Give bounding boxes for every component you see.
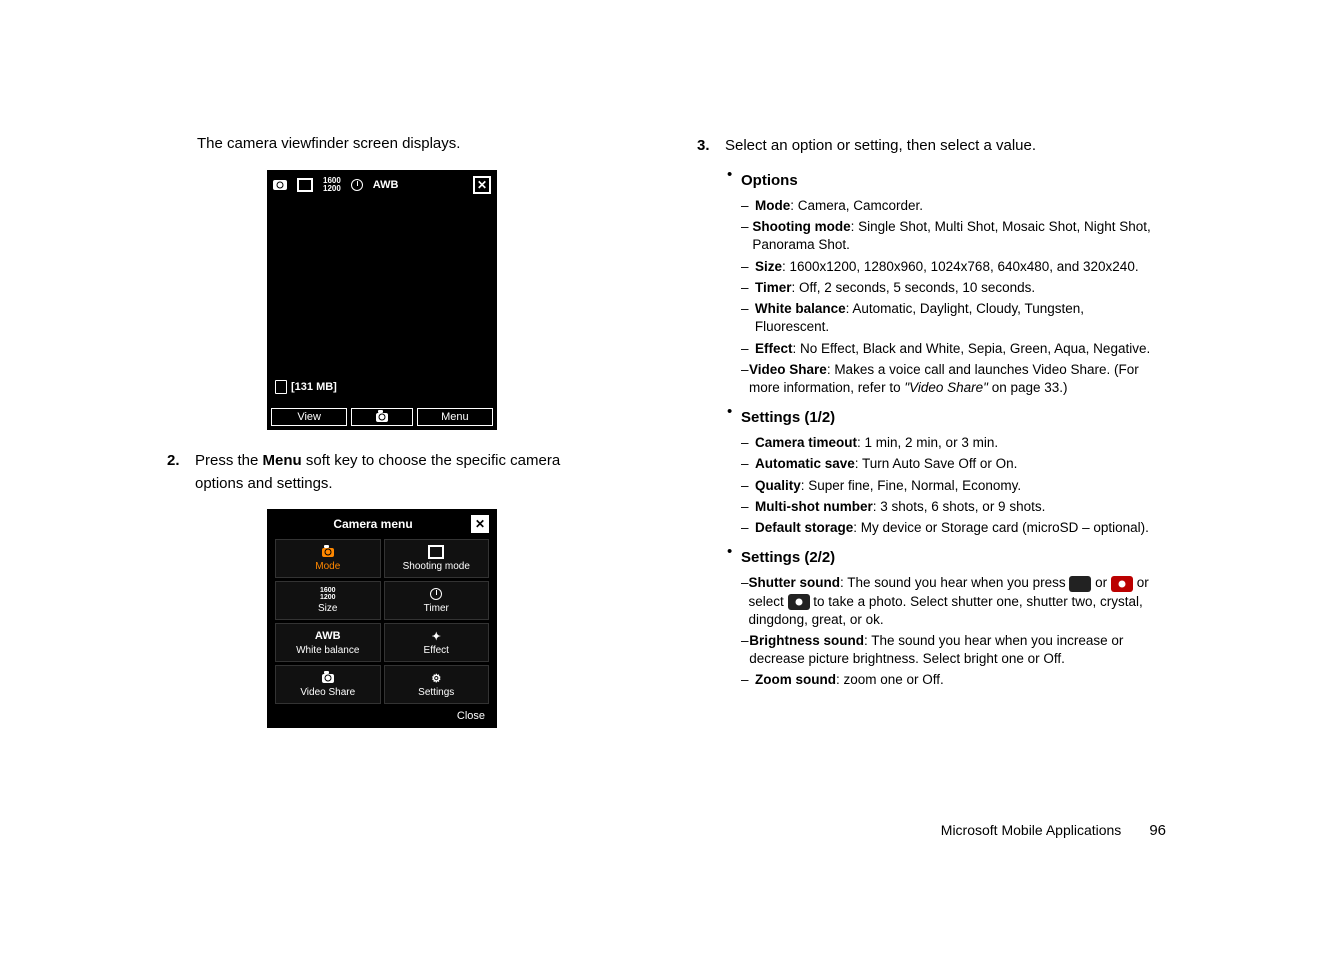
camera-icon xyxy=(273,180,287,190)
timer-icon xyxy=(351,179,363,191)
camera-icon xyxy=(376,413,388,422)
camera-menu-figure: Camera menu ✕ Mode Shooting mode 1600 12… xyxy=(267,509,497,728)
memory-icon xyxy=(275,380,287,394)
viewfinder-figure: 1600 1200 AWB ✕ [131 MB] View Menu xyxy=(267,170,497,430)
capture-softkey[interactable] xyxy=(351,408,412,426)
camera-key-icon xyxy=(1111,576,1133,592)
camera-button-icon xyxy=(788,594,810,610)
viewfinder-intro: The camera viewfinder screen displays. xyxy=(197,135,597,152)
menu-item-timer[interactable]: Timer xyxy=(384,581,490,620)
settings-1-heading: Settings (1/2) xyxy=(741,409,835,426)
section-title: Microsoft Mobile Applications xyxy=(941,822,1122,838)
step-number: 3. xyxy=(697,135,725,156)
options-heading: Options xyxy=(741,172,798,189)
timer-icon xyxy=(430,588,442,600)
menu-item-shooting-mode[interactable]: Shooting mode xyxy=(384,539,490,578)
close-icon[interactable]: ✕ xyxy=(471,515,489,533)
menu-item-video-share[interactable]: Video Share xyxy=(275,665,381,704)
effect-icon: ✦ xyxy=(432,629,441,643)
camera-icon xyxy=(322,548,334,557)
close-softkey[interactable]: Close xyxy=(271,708,493,722)
size-indicator: 1600 1200 xyxy=(323,177,341,193)
menu-item-size[interactable]: 1600 1200 Size xyxy=(275,581,381,620)
rect-icon xyxy=(297,178,313,192)
camera-icon xyxy=(322,674,334,683)
menu-item-effect[interactable]: ✦ Effect xyxy=(384,623,490,662)
menu-title: Camera menu xyxy=(333,517,412,531)
menu-item-white-balance[interactable]: AWB White balance xyxy=(275,623,381,662)
menu-item-settings[interactable]: ⚙ Settings xyxy=(384,665,490,704)
menu-item-mode[interactable]: Mode xyxy=(275,539,381,578)
settings-icon: ⚙ xyxy=(431,671,441,685)
page-number: 96 xyxy=(1149,822,1166,839)
step-text: Select an option or setting, then select… xyxy=(725,135,1157,156)
step-text: Press the Menu soft key to choose the sp… xyxy=(195,450,597,495)
close-icon[interactable]: ✕ xyxy=(473,176,491,194)
memory-label: [131 MB] xyxy=(291,381,337,393)
key-icon xyxy=(1069,576,1091,592)
menu-softkey[interactable]: Menu xyxy=(417,408,493,426)
settings-2-heading: Settings (2/2) xyxy=(741,549,835,566)
awb-indicator: AWB xyxy=(373,179,399,191)
view-softkey[interactable]: View xyxy=(271,408,347,426)
step-number: 2. xyxy=(167,450,195,495)
rect-icon xyxy=(428,545,444,559)
